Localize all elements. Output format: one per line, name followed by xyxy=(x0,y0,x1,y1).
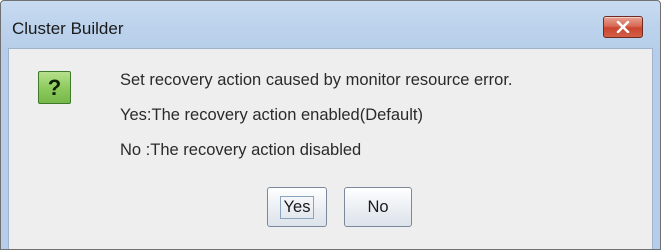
yes-button-label: Yes xyxy=(279,195,315,219)
close-icon xyxy=(616,21,630,33)
no-button-label: No xyxy=(367,197,389,216)
window-title: Cluster Builder xyxy=(12,19,124,38)
yes-button[interactable]: Yes xyxy=(267,187,327,227)
dialog-window: Cluster Builder ? Set recovery action ca… xyxy=(0,0,661,250)
close-button[interactable] xyxy=(603,16,643,38)
dialog-content: ? Set recovery action caused by monitor … xyxy=(8,48,653,249)
message-line-2: Yes:The recovery action enabled(Default) xyxy=(120,106,423,124)
question-icon: ? xyxy=(38,71,71,104)
message-line-1: Set recovery action caused by monitor re… xyxy=(120,71,513,89)
no-button[interactable]: No xyxy=(344,187,412,227)
message-line-3: No :The recovery action disabled xyxy=(120,141,362,159)
